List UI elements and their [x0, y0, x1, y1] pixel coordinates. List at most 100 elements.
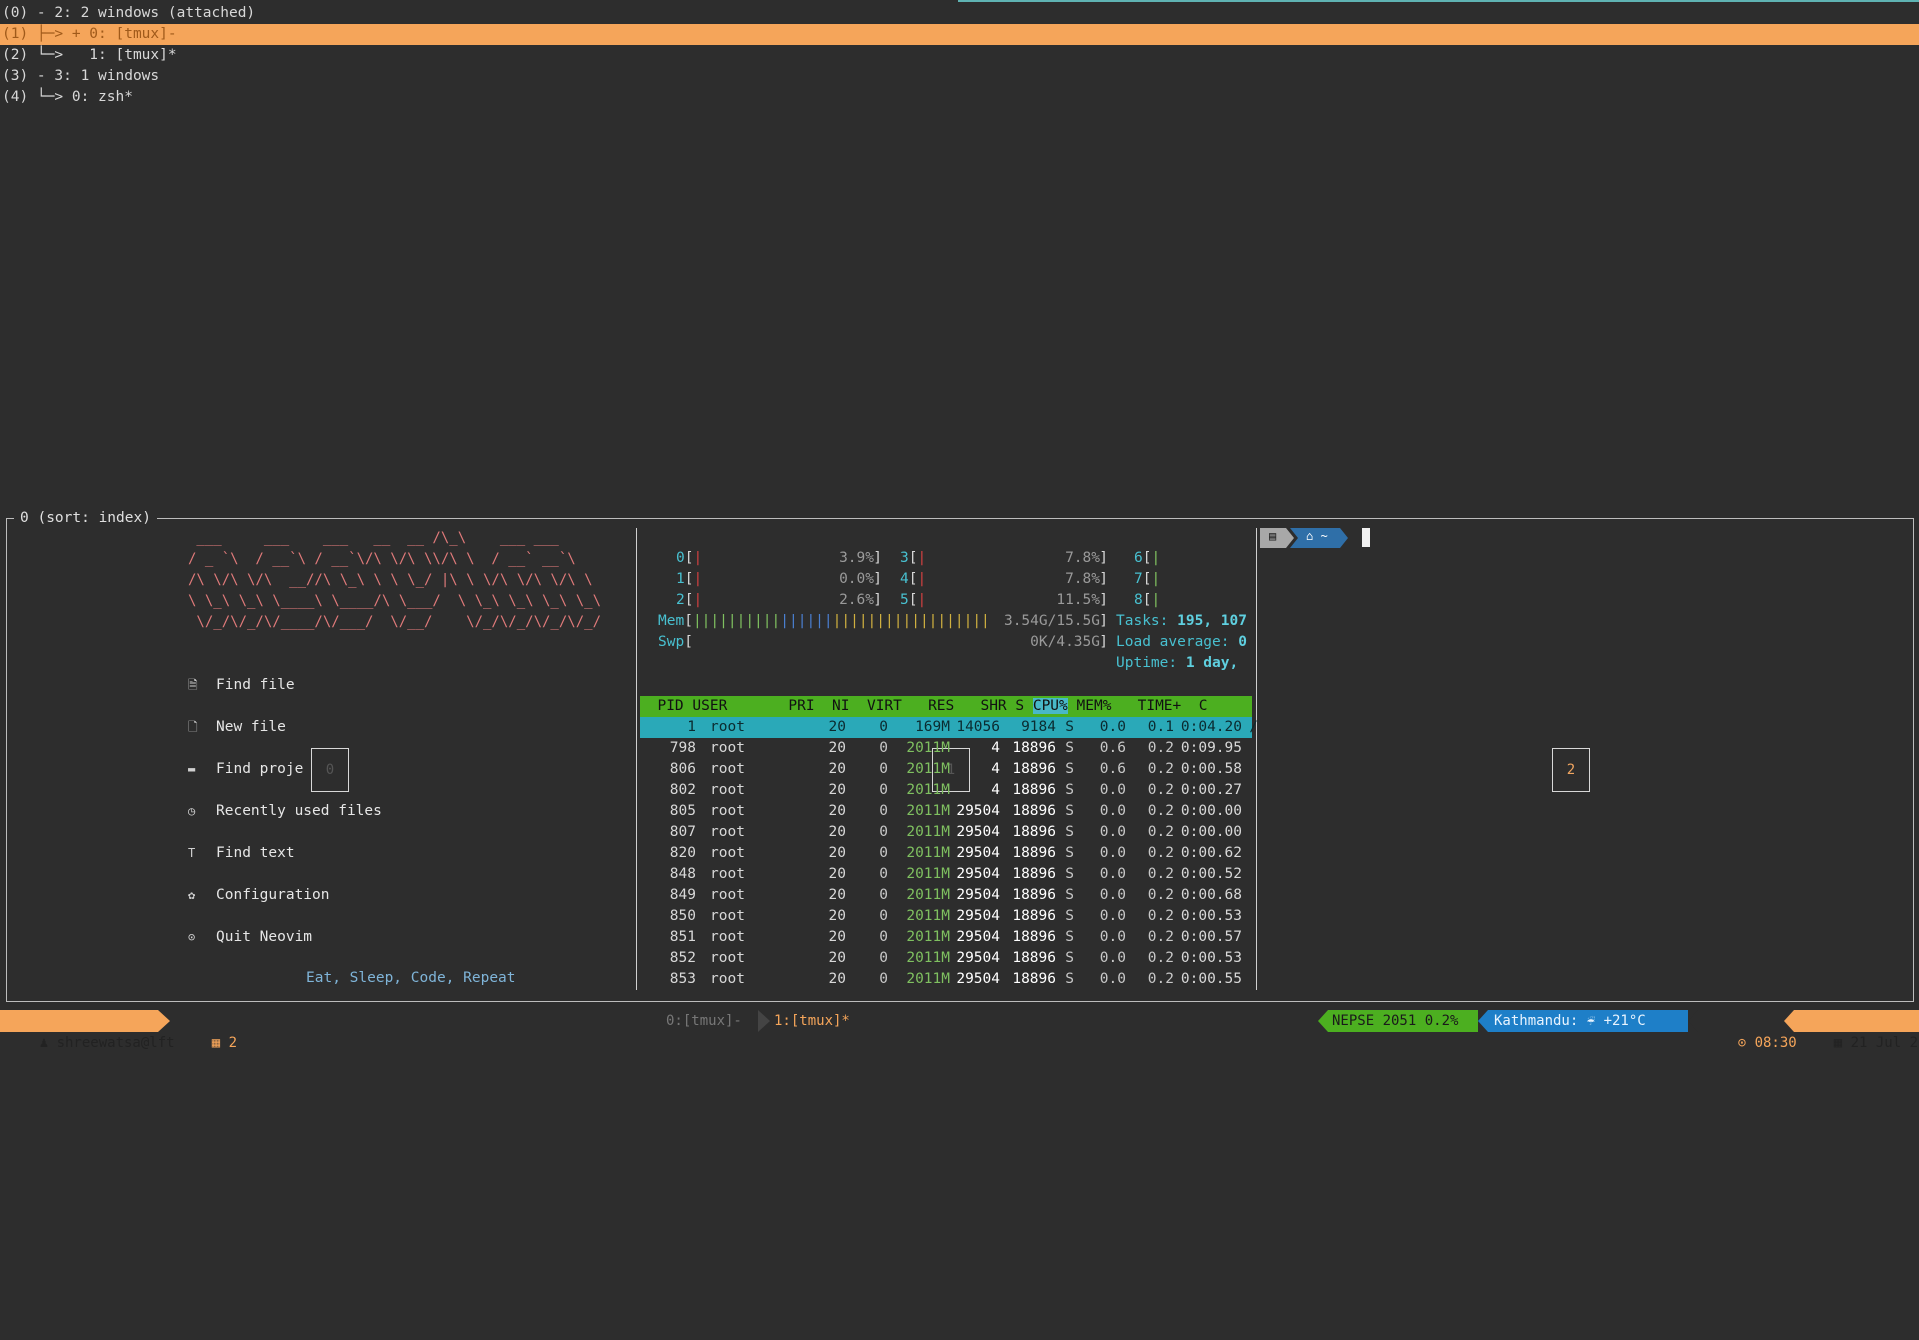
table-row[interactable]: 848 root 20 0 2011M 29504 18896 S 0.0 0.2 0:00.52 [640, 864, 1252, 885]
cell-shr: 18896 [1012, 971, 1056, 987]
dashboard-menu-item[interactable]: ◷ Recently used files [188, 801, 382, 822]
cpu-meter: 2[| 2.6%] [676, 590, 882, 611]
table-row[interactable]: 802 root 20 0 2011M 4 18896 S 0.0 0.2 0:00.27 [640, 780, 1252, 801]
separator-arrow-icon [1478, 1010, 1488, 1032]
cell-ni: 0 [879, 845, 888, 861]
htop-column-header[interactable]: PID USER PRI NI VIRT RES SHR S CPU% MEM%… [640, 696, 1252, 717]
table-row[interactable]: 1 root 20 0 169M 14056 9184 S 0.0 0.1 0:04.20 / [640, 717, 1258, 738]
dashboard-menu-item[interactable]: ▬ Find proje [188, 759, 303, 780]
pane-number-0[interactable]: 0 [311, 748, 349, 792]
cell-pri: 20 [828, 782, 846, 798]
status-user-label: shreewatsa@lft [56, 1035, 175, 1051]
table-row[interactable]: 851 root 20 0 2011M 29504 18896 S 0.0 0.2 0:00.57 [640, 927, 1252, 948]
status-window-count[interactable]: ▦ 2 [178, 1010, 238, 1051]
cell-s: S [1065, 887, 1074, 903]
htop-col-cpu[interactable]: CPU% [1032, 698, 1068, 714]
tree-row[interactable]: (3) - 3: 1 windows [2, 66, 159, 87]
table-row[interactable]: 853 root 20 0 2011M 29504 18896 S 0.0 0.2 0:00.55 [640, 969, 1252, 990]
cell-virt: 2011M [906, 971, 950, 987]
cell-s: S [1065, 971, 1074, 987]
cpu-pct: 7.8% [1065, 571, 1100, 587]
cell-pri: 20 [828, 950, 846, 966]
cell-user: root [710, 782, 745, 798]
cpu-bar: | [917, 592, 927, 608]
pane-number-2[interactable]: 2 [1552, 748, 1590, 792]
cell-time: 0:00.62 [1180, 845, 1242, 861]
cpu-bar: | [1151, 592, 1161, 608]
cpu-bar: | [693, 592, 703, 608]
table-row[interactable]: 852 root 20 0 2011M 29504 18896 S 0.0 0.2 0:00.53 [640, 948, 1252, 969]
cell-mem: 0.2 [1147, 845, 1174, 861]
cell-pri: 20 [828, 929, 846, 945]
status-window-1[interactable]: 1:[tmux]* [770, 1010, 870, 1032]
cpu-bracket: ] [873, 550, 882, 566]
separator-arrow-icon [758, 1010, 770, 1032]
tree-row[interactable]: (2) └─> 1: [tmux]* [2, 45, 177, 66]
cell-mem: 0.2 [1147, 887, 1174, 903]
table-row[interactable]: 798 root 20 0 2011M 4 18896 S 0.6 0.2 0:09.95 [640, 738, 1252, 759]
cell-shr: 18896 [1012, 950, 1056, 966]
dashboard-menu-item[interactable]: ⊙ Quit Neovim [188, 927, 312, 948]
load-info: Load average: 0 [1116, 632, 1252, 653]
menu-label: Find file [216, 677, 295, 693]
cell-time: 0:00.57 [1180, 929, 1242, 945]
cpu-bracket: ] [873, 592, 882, 608]
status-window-0[interactable]: 0:[tmux]- [666, 1010, 756, 1032]
tree-row[interactable]: (4) └─> 0: zsh* [2, 87, 133, 108]
pane-separator-right [1256, 528, 1257, 990]
tree-row[interactable]: (0) - 2: 2 windows (attached) [2, 3, 255, 24]
cell-ni: 0 [879, 866, 888, 882]
cell-time: 0:00.53 [1180, 908, 1242, 924]
table-row[interactable]: 850 root 20 0 2011M 29504 18896 S 0.0 0.2 0:00.53 [640, 906, 1252, 927]
cpu-id: 2 [676, 592, 685, 608]
windows-icon: ▦ [211, 1035, 221, 1051]
dashboard-menu-item[interactable]: ✿ Configuration [188, 885, 330, 906]
cell-shr: 18896 [1012, 887, 1056, 903]
table-row[interactable]: 807 root 20 0 2011M 29504 18896 S 0.0 0.2 0:00.00 [640, 822, 1252, 843]
cpu-pct: 0.0% [839, 571, 874, 587]
cpu-meter: 6[| [1134, 548, 1160, 569]
cpu-bar: | [693, 571, 703, 587]
cell-shr: 18896 [1012, 866, 1056, 882]
cell-shr: 18896 [1012, 761, 1056, 777]
cell-pri: 20 [828, 908, 846, 924]
cell-user: root [710, 719, 745, 735]
tree-row[interactable]: (1) ├─> + 0: [tmux]- [0, 24, 1919, 45]
cell-res: 4 [991, 782, 1000, 798]
menu-icon: ✿ [188, 888, 196, 902]
cpu-meter: 4[| 7.8%] [900, 569, 1108, 590]
load-label: Load average: [1116, 634, 1230, 650]
cell-res: 29504 [956, 950, 1000, 966]
dashboard-menu-item[interactable]: T Find text [188, 843, 295, 864]
cell-virt: 2011M [906, 929, 950, 945]
table-row[interactable]: 805 root 20 0 2011M 29504 18896 S 0.0 0.2 0:00.00 [640, 801, 1252, 822]
cell-virt: 2011M [906, 908, 950, 924]
cell-virt: 2011M [906, 866, 950, 882]
swap-bracket: [ [684, 634, 693, 650]
tasks-value: 195, 107 [1177, 613, 1247, 629]
cell-mem: 0.2 [1147, 866, 1174, 882]
menu-icon: ⊙ [188, 930, 196, 944]
table-row[interactable]: 849 root 20 0 2011M 29504 18896 S 0.0 0.2 0:00.68 [640, 885, 1252, 906]
cell-s: S [1065, 866, 1074, 882]
cell-cpu: 0.0 [1099, 908, 1126, 924]
dashboard-menu-item[interactable]: 🗋 New file [188, 717, 286, 738]
neovim-ascii-logo: ___ ___ ___ __ __ /\_\ ___ ___ / _ `\ / … [188, 528, 601, 633]
table-row[interactable]: 820 root 20 0 2011M 29504 18896 S 0.0 0.2 0:00.62 [640, 843, 1252, 864]
uptime-info: Uptime: 1 day, [1116, 653, 1252, 674]
dashboard-menu-item[interactable]: 🗎 Find file [188, 675, 295, 696]
cell-virt: 2011M [906, 824, 950, 840]
cpu-bracket: ] [1099, 571, 1108, 587]
mem-value: 3.54G/15.5G [1003, 613, 1100, 629]
prompt-dir: ⌂ ~ [1306, 529, 1328, 543]
menu-label: Find text [216, 845, 295, 861]
window-count-label: 2 [228, 1035, 238, 1051]
cell-virt: 2011M [906, 761, 950, 777]
status-nepse: NEPSE 2051 0.2% [1328, 1010, 1478, 1032]
cell-res: 29504 [956, 887, 1000, 903]
cpu-bar: | [693, 550, 703, 566]
table-row[interactable]: 806 root 20 0 2011M 4 18896 S 0.6 0.2 0:00.58 [640, 759, 1252, 780]
cell-ni: 0 [879, 971, 888, 987]
preview-title: 0 (sort: index) [14, 508, 157, 528]
cell-ni: 0 [879, 740, 888, 756]
